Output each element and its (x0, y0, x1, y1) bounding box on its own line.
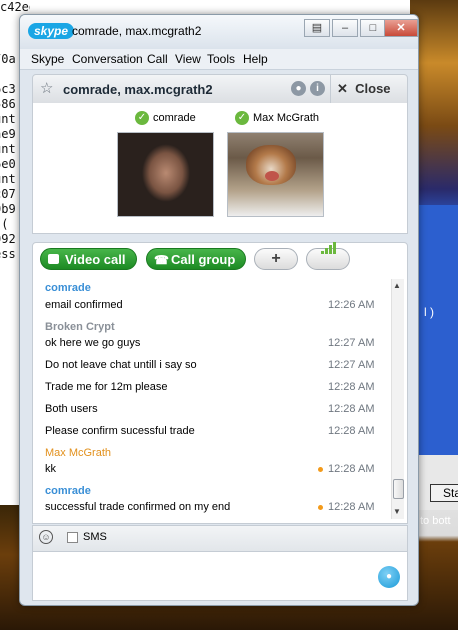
message-text: Do not leave chat untill i say so (45, 359, 197, 371)
skype-window: skype comrade, max.mcgrath2 ▤ – □ ✕ Skyp… (19, 14, 419, 606)
close-icon: ✕ (337, 81, 348, 96)
online-status-icon: ✓ (135, 111, 149, 125)
message-text: ok here we go guys (45, 337, 141, 349)
terminal-line: ess (0, 247, 16, 261)
send-message-icon[interactable]: ● (378, 566, 400, 588)
menu-help[interactable]: Help (243, 52, 268, 66)
message-text: email confirmed (45, 299, 123, 311)
close-conversation-button[interactable]: ✕ Close (337, 81, 391, 97)
message-text: Trade me for 12m please (45, 381, 168, 393)
terminal-top-line: c42edf4af442aa6581a51c194ebe2 (0, 0, 30, 14)
terminal-line: 6c3 (0, 82, 16, 96)
message-sender: comrade (45, 282, 91, 294)
menu-conversation[interactable]: Conversation (72, 52, 143, 66)
menu-bar: Skype Conversation Call View Tools Help (20, 49, 418, 70)
chat-scrollbar[interactable]: ▲ ▼ (391, 279, 404, 519)
message-text: successful trade confirmed on my end (45, 501, 231, 513)
menu-skype[interactable]: Skype (31, 52, 64, 66)
restore-button[interactable]: ▤ (304, 19, 330, 37)
title-bar[interactable]: skype comrade, max.mcgrath2 ▤ – □ ✕ (20, 15, 418, 49)
sms-checkbox[interactable] (67, 532, 78, 543)
call-quality-button[interactable] (306, 242, 350, 270)
participants-icon[interactable]: ● (291, 81, 306, 96)
terminal-line: 70a (0, 52, 16, 66)
maximize-button[interactable]: □ (360, 19, 386, 37)
star-icon[interactable]: ☆ (40, 79, 53, 97)
window-title: comrade, max.mcgrath2 (72, 24, 202, 38)
dog-tongue (265, 171, 279, 181)
chat-history: comrade email confirmed 12:26 AM Broken … (32, 275, 408, 524)
conversation-header: ☆ comrade, max.mcgrath2 ● i ✕ Close (32, 74, 408, 104)
participant-label-max: ✓ Max McGrath (235, 111, 319, 125)
minimize-button[interactable]: – (332, 19, 358, 37)
emoticon-icon[interactable]: ☺ (39, 530, 53, 544)
close-window-button[interactable]: ✕ (384, 19, 418, 37)
online-status-icon: ✓ (235, 111, 249, 125)
terminal-line: c07 (0, 187, 16, 201)
message-text: Please confirm sucessful trade (45, 425, 195, 437)
message-time: 12:28 AM (328, 381, 375, 393)
message-sender: Broken Crypt (45, 321, 115, 333)
scroll-thumb[interactable] (393, 479, 404, 499)
close-label: Close (355, 81, 391, 96)
video-call-button[interactable]: Video call (40, 248, 137, 270)
terminal-line: 0b9 (0, 202, 16, 216)
unread-dot-icon (318, 504, 323, 510)
scroll-up-icon[interactable]: ▲ (393, 281, 401, 290)
background-start-button[interactable]: Star (430, 484, 458, 502)
terminal-line: ( (1, 217, 9, 231)
message-time: 12:27 AM (328, 337, 375, 349)
message-text: kk (45, 463, 56, 475)
terminal-line: unt (0, 142, 16, 156)
menu-call[interactable]: Call (147, 52, 168, 66)
video-camera-icon (48, 254, 59, 264)
message-time: 12:28 AM (328, 403, 375, 415)
participant-name: Max McGrath (253, 111, 320, 124)
terminal-column: 70a 6c3586untae9unt6e0untc070b9 (092ess (0, 52, 16, 262)
message-time: 12:26 AM (328, 299, 375, 311)
background-text: l ) (424, 305, 434, 319)
skype-logo: skype (28, 23, 75, 39)
call-group-label: Call group (171, 252, 236, 267)
terminal-line: unt (0, 112, 16, 126)
sms-label: SMS (83, 531, 107, 543)
terminal-line: 586 (0, 97, 16, 111)
message-time: 12:28 AM (318, 463, 374, 475)
phone-icon: ☎ (154, 253, 169, 267)
video-feed-comrade[interactable] (117, 132, 214, 217)
scroll-down-icon[interactable]: ▼ (393, 507, 401, 516)
message-sender: Max McGrath (45, 447, 112, 459)
terminal-line: unt (0, 172, 16, 186)
compose-toolbar: ☺ SMS (32, 525, 408, 552)
video-call-label: Video call (65, 252, 126, 267)
header-divider (330, 75, 331, 103)
call-actions-bar: Video call ☎ Call group + (32, 242, 408, 276)
terminal-line: ae9 (0, 127, 16, 141)
terminal-line: 6e0 (0, 157, 16, 171)
video-feed-max-mcgrath[interactable] (227, 132, 324, 217)
conversation-title: comrade, max.mcgrath2 (63, 82, 213, 97)
participant-name: comrade (153, 111, 196, 124)
menu-tools[interactable]: Tools (207, 52, 235, 66)
message-sender: comrade (45, 485, 91, 497)
message-time: 12:27 AM (328, 359, 375, 371)
message-input[interactable]: ● (32, 551, 408, 601)
message-text: Both users (45, 403, 98, 415)
message-time: 12:28 AM (318, 501, 374, 513)
message-time: 12:28 AM (328, 425, 375, 437)
unread-dot-icon (318, 466, 323, 472)
call-group-button[interactable]: ☎ Call group (146, 248, 246, 270)
background-bottom-text: to bott (420, 515, 451, 527)
terminal-line: 092 (0, 232, 16, 246)
menu-view[interactable]: View (175, 52, 201, 66)
add-button[interactable]: + (254, 248, 298, 270)
info-icon[interactable]: i (310, 81, 325, 96)
participant-label-comrade: ✓ comrade (135, 111, 196, 125)
video-area: ✓ comrade ✓ Max McGrath (32, 103, 408, 234)
